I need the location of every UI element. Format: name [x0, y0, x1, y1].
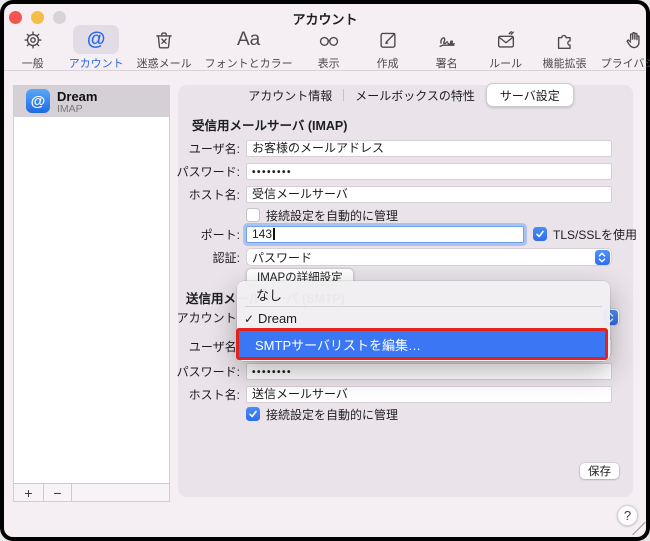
text-caret: [273, 228, 275, 240]
menu-item-dream[interactable]: ✓ Dream: [237, 308, 610, 329]
toolbar-item-privacy[interactable]: プライバシー: [601, 25, 650, 71]
auth-value: パスワード: [252, 249, 312, 266]
tab-mailbox-behaviors[interactable]: メールボックスの特性: [344, 85, 486, 106]
envelope-arrows-icon: [495, 29, 517, 51]
save-button[interactable]: 保存: [580, 463, 619, 479]
incoming-host-value: 受信メールサーバ: [252, 187, 348, 202]
incoming-host-field[interactable]: 受信メールサーバ: [246, 186, 612, 203]
toolbar-label: 表示: [318, 55, 340, 71]
auth-popup[interactable]: パスワード: [246, 248, 612, 266]
tab-server-settings[interactable]: サーバ設定: [486, 83, 574, 107]
checkmark-icon: [535, 229, 545, 239]
outgoing-host-value: 送信メールサーバ: [252, 387, 348, 402]
toolbar-label: 機能拡張: [543, 55, 587, 71]
menu-separator: [245, 306, 602, 307]
popup-chevrons-icon: [595, 250, 610, 265]
outgoing-password-label: パスワード:: [168, 363, 240, 380]
outgoing-account-label: アカウント:: [168, 309, 240, 326]
gear-icon: [22, 29, 44, 51]
incoming-username-value: お客様のメールアドレス: [252, 141, 384, 156]
checkmark-icon: [248, 409, 258, 419]
add-account-button[interactable]: +: [14, 484, 44, 501]
tls-label: TLS/SSLを使用: [553, 226, 637, 243]
toolbar-item-junk-mail[interactable]: 迷惑メール: [137, 25, 192, 71]
account-list-item-dream[interactable]: @ Dream IMAP: [14, 86, 169, 117]
toolbar-item-extensions[interactable]: 機能拡張: [542, 25, 588, 71]
toolbar-label: フォントとカラー: [205, 55, 293, 71]
signature-icon: [436, 29, 458, 51]
toolbar-item-composing[interactable]: 作成: [365, 25, 411, 71]
checkmark-icon: ✓: [244, 312, 258, 326]
toolbar-label: プライバシー: [601, 55, 650, 71]
trash-x-icon: [153, 29, 175, 51]
toolbar-divider: [4, 70, 646, 71]
port-label: ポート:: [168, 226, 240, 243]
incoming-auto-manage-label: 接続設定を自動的に管理: [266, 207, 398, 224]
port-value: 143: [252, 227, 272, 242]
preferences-toolbar: 一般 @ アカウント 迷惑メール Aa フォントとカラー: [56, 25, 620, 69]
toolbar-label: 署名: [436, 55, 458, 71]
outgoing-password-value: ••••••••: [252, 363, 292, 380]
outgoing-password-field[interactable]: ••••••••: [246, 363, 612, 380]
toolbar-item-fonts-colors[interactable]: Aa フォントとカラー: [205, 25, 293, 71]
help-button[interactable]: ?: [617, 505, 638, 526]
tls-checkbox[interactable]: [533, 227, 547, 241]
toolbar-label: 作成: [377, 55, 399, 71]
port-input[interactable]: 143: [246, 226, 524, 243]
hand-icon: [623, 29, 645, 51]
incoming-password-field[interactable]: ••••••••: [246, 163, 612, 180]
toolbar-item-signatures[interactable]: 署名: [424, 25, 470, 71]
incoming-password-label: パスワード:: [168, 163, 240, 180]
auth-label: 認証:: [168, 249, 240, 266]
account-type: IMAP: [57, 103, 83, 115]
account-name: Dream: [57, 89, 97, 104]
account-avatar: @: [26, 89, 50, 113]
outgoing-auto-manage-label: 接続設定を自動的に管理: [266, 406, 398, 423]
toolbar-item-accounts[interactable]: @ アカウント: [69, 25, 124, 71]
menu-item-none[interactable]: なし: [237, 284, 610, 304]
compose-icon: [377, 29, 399, 51]
window: アカウント 一般 @ アカウント 迷惑メール: [0, 0, 650, 541]
at-icon: @: [87, 29, 106, 51]
toolbar-label: アカウント: [69, 55, 124, 71]
incoming-auto-manage-checkbox[interactable]: [246, 208, 260, 222]
outgoing-host-field[interactable]: 送信メールサーバ: [246, 386, 612, 403]
fonts-icon: Aa: [237, 29, 260, 51]
toolbar-label: 一般: [22, 55, 44, 71]
toolbar-item-rules[interactable]: ルール: [483, 25, 529, 71]
tab-account-info[interactable]: アカウント情報: [237, 85, 343, 106]
incoming-server-header: 受信用メールサーバ (IMAP): [192, 115, 347, 134]
incoming-username-field[interactable]: お客様のメールアドレス: [246, 140, 612, 157]
accounts-sidebar: @ Dream IMAP + −: [13, 85, 170, 502]
toolbar-label: ルール: [489, 55, 522, 71]
tab-bar: アカウント情報 メールボックスの特性 サーバ設定: [178, 85, 633, 105]
menu-item-label: Dream: [258, 311, 297, 326]
menu-item-edit-smtp-list[interactable]: SMTPサーバリストを編集…: [239, 331, 605, 357]
outgoing-host-label: ホスト名:: [168, 386, 240, 403]
incoming-username-label: ユーザ名:: [168, 140, 240, 157]
glasses-icon: [317, 29, 341, 51]
outgoing-auto-manage-checkbox[interactable]: [246, 407, 260, 421]
outgoing-username-label: ユーザ名:: [168, 338, 240, 355]
incoming-host-label: ホスト名:: [168, 186, 240, 203]
toolbar-item-viewing[interactable]: 表示: [306, 25, 352, 71]
puzzle-icon: [554, 29, 576, 51]
toolbar-item-general[interactable]: 一般: [10, 25, 56, 71]
remove-account-button[interactable]: −: [44, 484, 72, 501]
sidebar-action-bar: + −: [14, 483, 169, 501]
toolbar-label: 迷惑メール: [137, 55, 192, 71]
incoming-password-value: ••••••••: [252, 163, 292, 180]
